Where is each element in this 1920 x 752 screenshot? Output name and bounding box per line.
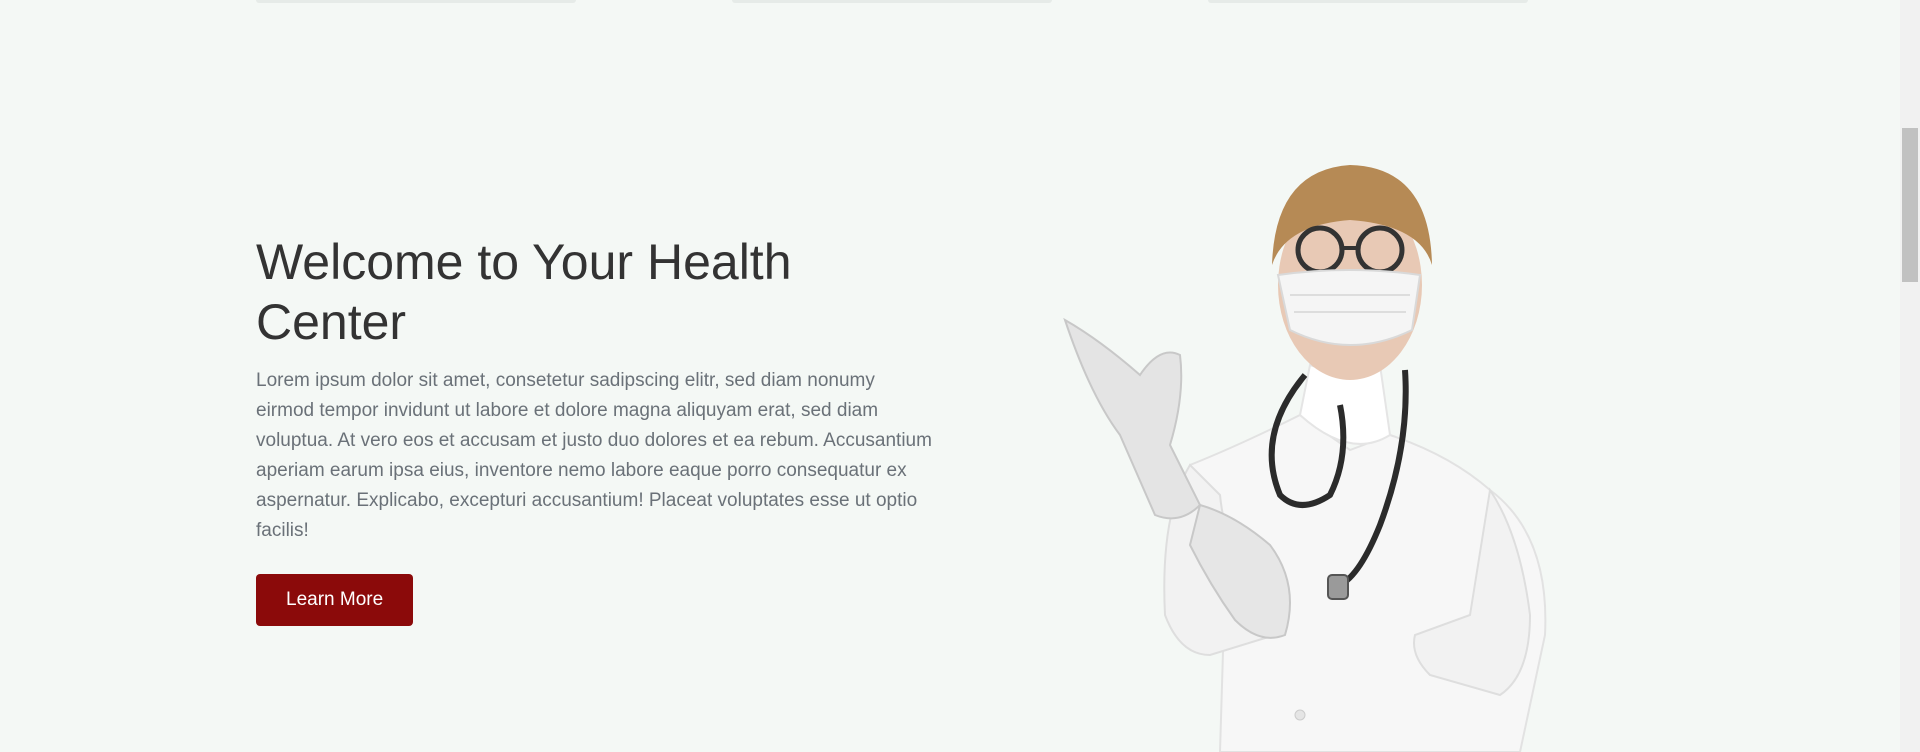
hero-description: Lorem ipsum dolor sit amet, consetetur s… xyxy=(256,370,932,541)
scrollbar[interactable] xyxy=(1900,0,1920,752)
doctor-image xyxy=(1063,165,1547,752)
gloved-hand-shape xyxy=(1063,317,1202,520)
hero-title: Welcome to Your Health Center xyxy=(256,234,792,350)
mask-shape xyxy=(1276,269,1422,346)
page: Welcome to Your Health Center Lorem ipsu… xyxy=(0,0,1920,752)
scrollbar-thumb[interactable] xyxy=(1902,128,1918,282)
previous-card-edge xyxy=(732,0,1052,3)
previous-card-edge xyxy=(1208,0,1528,3)
coat-button xyxy=(1294,709,1306,721)
hero-section: Welcome to Your Health Center Lorem ipsu… xyxy=(256,232,936,626)
previous-card-edge xyxy=(256,0,576,3)
stethoscope-chest-piece xyxy=(1327,574,1349,600)
learn-more-button[interactable]: Learn More xyxy=(256,574,414,626)
